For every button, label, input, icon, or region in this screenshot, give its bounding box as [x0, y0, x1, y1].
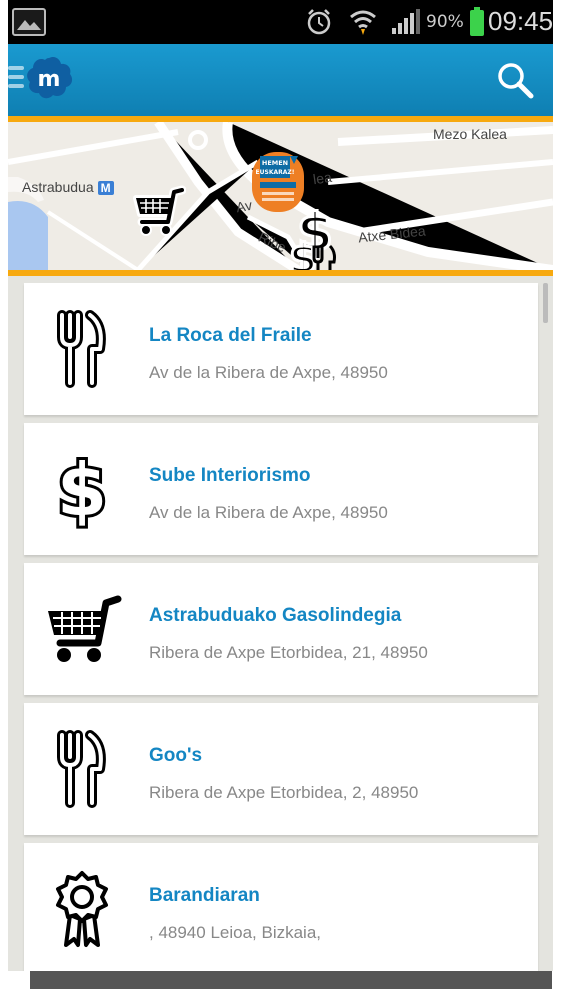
- map-label-astrabudua: Astrabudua M: [22, 179, 114, 195]
- svg-text:HEMEN: HEMEN: [262, 159, 288, 167]
- place-name: Goo's: [149, 745, 203, 766]
- place-address: Ribera de Axpe Etorbidea, 21, 48950: [149, 643, 428, 662]
- svg-text:EUSKARAZ!: EUSKARAZ!: [256, 169, 295, 176]
- battery-percent: 90%: [426, 12, 464, 32]
- list-item[interactable]: Goo's Ribera de Axpe Etorbidea, 2, 48950: [24, 703, 538, 835]
- alarm-icon: [307, 9, 331, 35]
- menu-icon[interactable]: [8, 66, 24, 90]
- shopping-cart-icon: [48, 595, 122, 662]
- clock: 09:45: [488, 6, 553, 36]
- map-view[interactable]: Astrabudua M Mezo Kalea Atxe Bidea Ribe l…: [8, 122, 553, 270]
- place-address: , 48940 Leioa, Bizkaia,: [149, 923, 322, 942]
- map-label-lea: lea: [311, 168, 333, 188]
- cart-marker[interactable]: [130, 184, 186, 240]
- signal-icon: [392, 9, 420, 34]
- list-item[interactable]: Astrabuduako Gasolindegia Ribera de Axpe…: [24, 563, 538, 695]
- place-address: Av de la Ribera de Axpe, 48950: [149, 363, 388, 382]
- action-bar: m: [8, 44, 553, 116]
- map-accent-line: [8, 270, 553, 276]
- screen-shadow-bottom: [30, 971, 552, 989]
- place-name: La Roca del Fraile: [149, 325, 312, 346]
- dollar-icon: $: [54, 449, 110, 529]
- place-name: Barandiaran: [149, 885, 260, 906]
- gallery-icon: [12, 8, 46, 36]
- list-scrollbar[interactable]: [543, 283, 548, 323]
- wifi-icon: [350, 10, 376, 35]
- place-address: Av de la Ribera de Axpe, 48950: [149, 503, 388, 522]
- list-item[interactable]: La Roca del Fraile Av de la Ribera de Ax…: [24, 283, 538, 415]
- battery-icon: [470, 7, 484, 36]
- award-ribbon-icon: [56, 871, 108, 947]
- logo-letter: m: [38, 67, 61, 92]
- place-name: Astrabuduako Gasolindegia: [149, 605, 402, 626]
- svg-text:$: $: [57, 449, 107, 529]
- fork-knife-marker[interactable]: [310, 244, 338, 270]
- fork-knife-icon: [57, 730, 106, 808]
- map-label-mezo-kalea: Mezo Kalea: [433, 126, 507, 142]
- app-logo-icon[interactable]: m: [24, 54, 74, 102]
- fork-knife-icon: [57, 310, 106, 388]
- phone-screen: 90% 09:45 m Astrabudua M Mezo Kalea Atxe…: [8, 0, 553, 971]
- metro-badge-icon: M: [97, 181, 114, 195]
- search-icon[interactable]: [495, 60, 535, 100]
- status-bar: 90% 09:45: [8, 0, 553, 44]
- list-item[interactable]: $ Sube Interiorismo Av de la Ribera de A…: [24, 423, 538, 555]
- place-name: Sube Interiorismo: [149, 465, 311, 486]
- list-item[interactable]: Barandiaran , 48940 Leioa, Bizkaia,: [24, 843, 538, 971]
- place-address: Ribera de Axpe Etorbidea, 2, 48950: [149, 783, 419, 802]
